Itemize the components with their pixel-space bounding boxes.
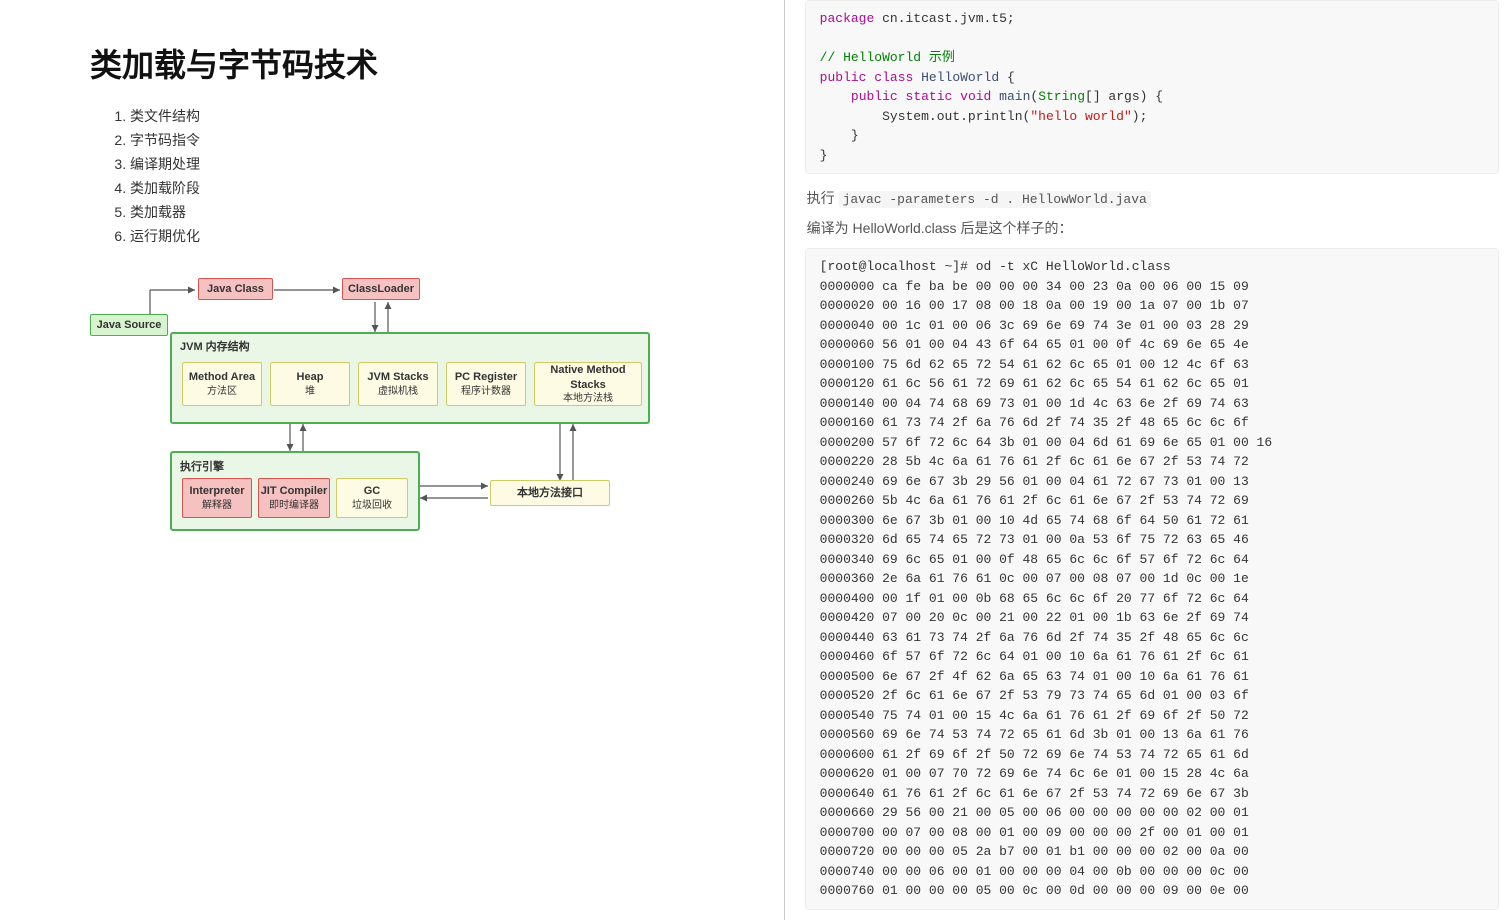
args: [] args [1085, 89, 1140, 104]
kw-static: static [906, 89, 953, 104]
box-classloader: ClassLoader [342, 278, 420, 300]
jit-en: JIT Compiler [261, 484, 328, 498]
native-stacks-zh: 本地方法栈 [563, 392, 613, 405]
gc-zh: 垃圾回收 [352, 499, 392, 512]
method-main: main [999, 89, 1030, 104]
indent [820, 89, 851, 104]
hexdump-lines: 0000000 ca fe ba be 00 00 00 34 00 23 0a… [820, 279, 1272, 899]
label-exec-engine: 执行引擎 [180, 458, 224, 474]
java-code-block: package cn.itcast.jvm.t5; // HelloWorld … [805, 0, 1499, 174]
semi: ; [1007, 11, 1015, 26]
javac-command: javac -parameters -d . HellowWorld.java [839, 191, 1151, 208]
kw-public: public [820, 70, 867, 85]
box-interpreter: Interpreter 解释器 [182, 478, 252, 518]
str-hello: "hello world" [1030, 109, 1131, 124]
brace2: { [1155, 89, 1163, 104]
toc-item: 字节码指令 [130, 130, 754, 150]
hexdump-block: [root@localhost ~]# od -t xC HelloWorld.… [805, 248, 1499, 910]
indent2 [820, 109, 882, 124]
left-column: 类加载与字节码技术 类文件结构 字节码指令 编译期处理 类加载阶段 类加载器 运… [0, 0, 785, 920]
pkg-name: cn.itcast.jvm.t5 [882, 11, 1007, 26]
od-prompt: [root@localhost ~]# od -t xC HelloWorld.… [820, 259, 1171, 274]
rbrace2: } [820, 148, 828, 163]
kw-void: void [960, 89, 991, 104]
indent3 [820, 128, 851, 143]
right-column: package cn.itcast.jvm.t5; // HelloWorld … [785, 0, 1509, 920]
type-string: String [1038, 89, 1085, 104]
class-name: HelloWorld [921, 70, 999, 85]
jvm-stacks-zh: 虚拟机栈 [378, 385, 418, 398]
jit-zh: 即时编译器 [269, 499, 319, 512]
box-java-class: Java Class [198, 278, 273, 300]
compiled-note: 编译为 HelloWorld.class 后是这个样子的： [807, 218, 1499, 238]
box-pc-register: PC Register 程序计数器 [446, 362, 526, 406]
rp: ) [1140, 89, 1148, 104]
box-gc: GC 垃圾回收 [336, 478, 408, 518]
code-comment: // HelloWorld 示例 [820, 50, 955, 65]
pc-register-zh: 程序计数器 [461, 385, 511, 398]
sout: System.out.println [882, 109, 1022, 124]
toc-item: 编译期处理 [130, 154, 754, 174]
table-of-contents: 类文件结构 字节码指令 编译期处理 类加载阶段 类加载器 运行期优化 [110, 106, 754, 246]
kw-public2: public [851, 89, 898, 104]
pc-register-en: PC Register [455, 370, 517, 384]
toc-item: 类加载器 [130, 202, 754, 222]
native-stacks-en: Native Method Stacks [535, 363, 641, 392]
toc-item: 类文件结构 [130, 106, 754, 126]
jvm-diagram: Java Source Java Class ClassLoader JVM 内… [90, 266, 660, 566]
kw-class: class [874, 70, 913, 85]
box-heap: Heap 堆 [270, 362, 350, 406]
box-java-source: Java Source [90, 314, 168, 336]
box-native-interface: 本地方法接口 [490, 480, 610, 506]
exec-note: 执行 javac -parameters -d . HellowWorld.ja… [807, 188, 1499, 208]
toc-item: 运行期优化 [130, 226, 754, 246]
box-jvm-stacks: JVM Stacks 虚拟机栈 [358, 362, 438, 406]
exec-label: 执行 [807, 190, 835, 206]
gc-en: GC [364, 484, 381, 498]
method-area-zh: 方法区 [207, 385, 237, 398]
label-jvm-struct: JVM 内存结构 [180, 338, 250, 354]
box-native-stacks: Native Method Stacks 本地方法栈 [534, 362, 642, 406]
page-title: 类加载与字节码技术 [90, 40, 754, 86]
brace: { [1007, 70, 1015, 85]
box-jit: JIT Compiler 即时编译器 [258, 478, 330, 518]
heap-en: Heap [297, 370, 324, 384]
interpreter-zh: 解释器 [202, 499, 232, 512]
jvm-stacks-en: JVM Stacks [367, 370, 428, 384]
box-method-area: Method Area 方法区 [182, 362, 262, 406]
interpreter-en: Interpreter [189, 484, 244, 498]
toc-item: 类加载阶段 [130, 178, 754, 198]
method-area-en: Method Area [189, 370, 255, 384]
rbrace: } [851, 128, 859, 143]
heap-zh: 堆 [305, 385, 315, 398]
rp2: ) [1132, 109, 1140, 124]
page-container: 类加载与字节码技术 类文件结构 字节码指令 编译期处理 类加载阶段 类加载器 运… [0, 0, 1509, 920]
kw-package: package [820, 11, 882, 26]
semi2: ; [1140, 109, 1148, 124]
